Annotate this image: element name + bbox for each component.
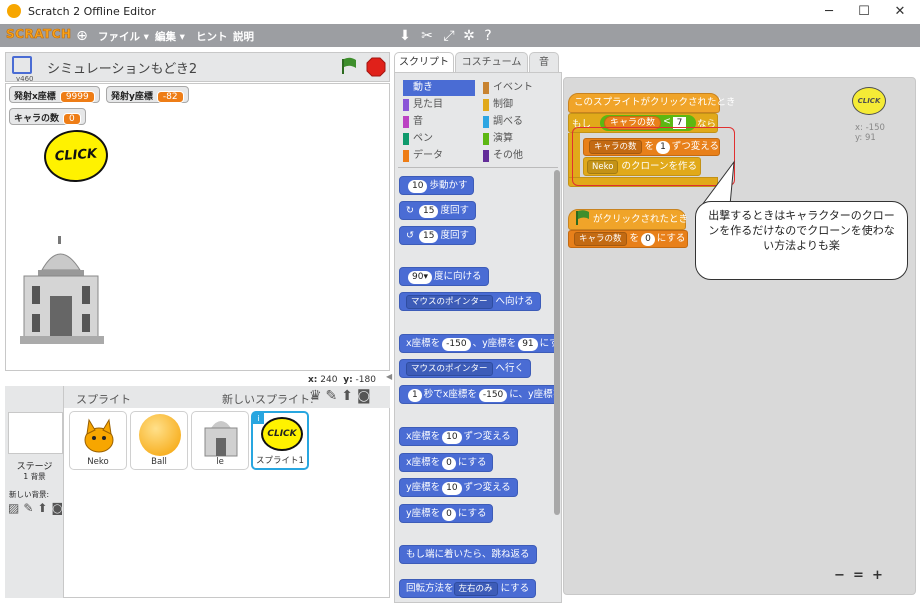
annotation-callout: 出撃するときはキャラクターのクローンを作るだけなのでクローンを使わない方法よりも… <box>695 201 908 280</box>
menu-about[interactable]: 説明 <box>233 29 254 44</box>
category-control[interactable]: 制御 <box>483 97 513 113</box>
block-rotation-style[interactable]: 回転方法を 左右のみ にする <box>399 579 537 598</box>
block-palette: 10 歩動かす ↻ 15 度回す ↺ 15 度回す 90▾ 度に向ける マウスのポインタ… <box>397 170 557 603</box>
version-label: v460 <box>16 75 34 83</box>
callout-pointer <box>701 160 735 205</box>
sprite-name: le <box>216 457 224 467</box>
sprite-thumb-le[interactable]: le <box>191 411 249 470</box>
block-goto-xy[interactable]: x座標を -150 、y座標を 91 にす <box>399 334 557 353</box>
category-sensing[interactable]: 調べる <box>483 114 523 130</box>
new-sprite-tools[interactable]: ♛✎⬆◙ <box>309 388 375 404</box>
palette-scrollbar[interactable] <box>554 170 560 515</box>
sprite-thumb-text: CLICK <box>261 417 303 451</box>
info-icon[interactable]: i <box>253 413 264 424</box>
tab-scripts[interactable]: スクリプト <box>394 52 454 72</box>
green-flag-icon <box>575 210 591 229</box>
tab-costumes[interactable]: コスチューム <box>455 52 528 72</box>
menu-tips[interactable]: ヒント <box>196 29 228 44</box>
cut-icon[interactable]: ✂ <box>418 27 436 45</box>
block-point-direction[interactable]: 90▾ 度に向ける <box>399 267 489 286</box>
sprite-name: Ball <box>151 457 167 467</box>
menu-file[interactable]: ファイル ▾ <box>98 29 149 44</box>
sprite-thumb-ball[interactable]: Ball <box>130 411 188 470</box>
zoom-out-button[interactable]: − <box>834 568 845 583</box>
category-operators[interactable]: 演算 <box>483 131 513 147</box>
category-looks[interactable]: 見た目 <box>403 97 443 113</box>
sprite-name: スプライト1 <box>256 456 304 466</box>
less-than-sign: < <box>663 116 671 127</box>
tab-sounds[interactable]: 音 <box>529 52 559 72</box>
mouse-coords: x: 240 y: -180 <box>308 375 376 385</box>
new-sprite-label: 新しいスプライト: <box>222 393 314 406</box>
scratch-logo[interactable]: SCRATCH <box>6 27 72 42</box>
project-title[interactable]: シミュレーションもどき2 <box>47 58 197 77</box>
backdrop-tools[interactable]: ▨✎⬆◙ <box>8 501 67 515</box>
block-change-x[interactable]: x座標を 10 ずつ変える <box>399 427 518 446</box>
block-set-y[interactable]: y座標を 0 にする <box>399 504 494 523</box>
block-glide[interactable]: 1 秒でx座標を -150 に、y座標を <box>399 385 557 404</box>
block-bounce[interactable]: もし端に着いたら、跳ね返る <box>399 545 537 564</box>
block-goto[interactable]: マウスのポインター へ行く <box>399 359 532 378</box>
title-bar: Scratch 2 Offline Editor ─ ☐ ✕ <box>0 0 920 24</box>
block-move[interactable]: 10 歩動かす <box>399 176 475 195</box>
window-title: Scratch 2 Offline Editor <box>28 5 156 18</box>
category-sound[interactable]: 音 <box>403 114 423 130</box>
turn-left-icon: ↺ <box>406 230 414 241</box>
globe-icon[interactable]: ⊕ <box>73 27 91 45</box>
category-more[interactable]: その他 <box>483 148 523 164</box>
monitor-launch-x: 発射x座標 9999 <box>9 86 100 103</box>
block-point-towards[interactable]: マウスのポインター へ向ける <box>399 292 541 311</box>
building-sprite[interactable] <box>20 236 104 351</box>
fullscreen-icon[interactable] <box>12 56 32 74</box>
category-motion[interactable]: 動き <box>403 80 433 96</box>
sprite-thumb-neko[interactable]: Neko <box>69 411 127 470</box>
maximize-button[interactable]: ☐ <box>849 2 879 22</box>
green-flag-icon[interactable] <box>340 57 358 78</box>
close-button[interactable]: ✕ <box>885 2 915 22</box>
turn-right-icon: ↻ <box>406 205 414 216</box>
category-data[interactable]: データ <box>403 148 443 164</box>
stage-thumbnail[interactable] <box>8 412 63 454</box>
sprite-y-readout: y: 91 <box>855 133 876 143</box>
sprite-x-readout: x: -150 <box>855 123 885 133</box>
sprite-name: Neko <box>87 457 109 467</box>
zoom-reset-button[interactable]: = <box>853 568 864 583</box>
block-turn-left[interactable]: ↺ 15 度回す <box>399 226 476 245</box>
zoom-in-button[interactable]: + <box>872 568 883 583</box>
category-pen[interactable]: ペン <box>403 131 433 147</box>
hat-sprite-clicked[interactable]: このスプライトがクリックされたとき <box>568 93 736 113</box>
new-backdrop-label: 新しい背景: <box>9 490 50 499</box>
palette-divider <box>398 167 558 168</box>
category-events[interactable]: イベント <box>483 80 533 96</box>
block-set-var[interactable]: キャラの数 を 0 にする <box>568 230 688 248</box>
backdrop-count: 1 背景 <box>23 472 46 481</box>
stamp-icon[interactable]: ⬇ <box>396 27 414 45</box>
block-set-x[interactable]: x座標を 0 にする <box>399 453 494 472</box>
shrink-icon[interactable]: ✲ <box>460 27 478 45</box>
sprites-title: スプライト <box>76 393 131 406</box>
grow-icon[interactable]: ⤢ <box>440 27 458 45</box>
current-sprite-thumb: CLICK <box>852 87 886 115</box>
block-change-y[interactable]: y座標を 10 ずつ変える <box>399 478 518 497</box>
monitor-launch-y: 発射y座標 -82 <box>106 86 189 103</box>
menu-edit[interactable]: 編集 ▾ <box>155 29 185 44</box>
collapse-arrow-icon[interactable]: ◀ <box>386 372 392 381</box>
minimize-button[interactable]: ─ <box>814 2 844 22</box>
monitor-chara-count: キャラの数 0 <box>9 108 86 125</box>
stop-icon[interactable] <box>366 57 386 80</box>
block-turn-right[interactable]: ↻ 15 度回す <box>399 201 476 220</box>
sprite-thumb-sprite1[interactable]: i CLICK スプライト1 <box>251 411 309 470</box>
help-icon[interactable]: ? <box>479 27 497 45</box>
scratch-cat-icon <box>7 4 21 18</box>
